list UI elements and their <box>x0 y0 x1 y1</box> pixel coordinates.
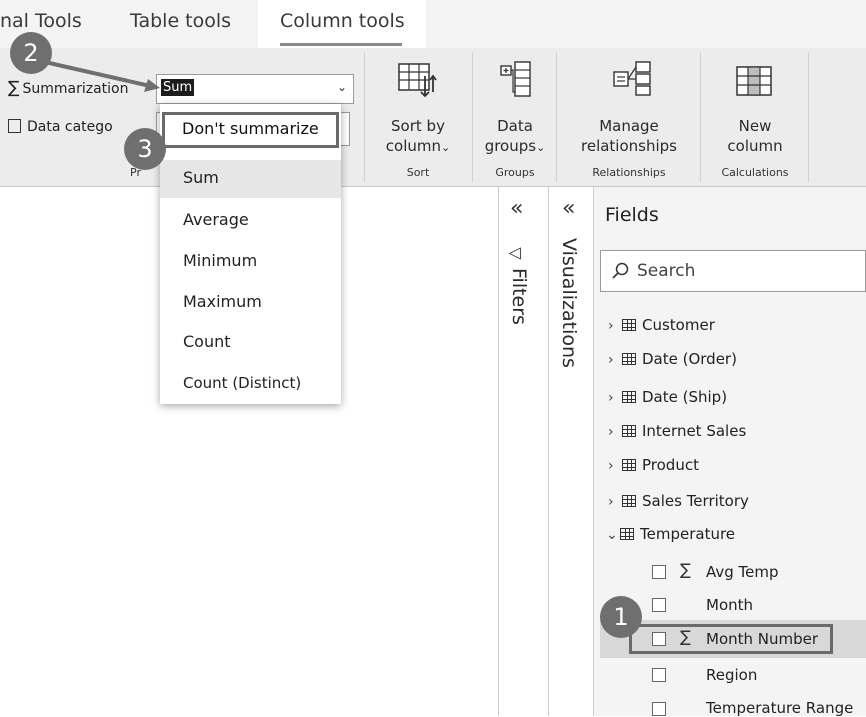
callout-arrow <box>35 58 160 92</box>
callout-badge-1: 1 <box>600 596 642 638</box>
callout-badge-3: 3 <box>124 128 166 170</box>
callout-badge-2: 2 <box>10 32 52 74</box>
